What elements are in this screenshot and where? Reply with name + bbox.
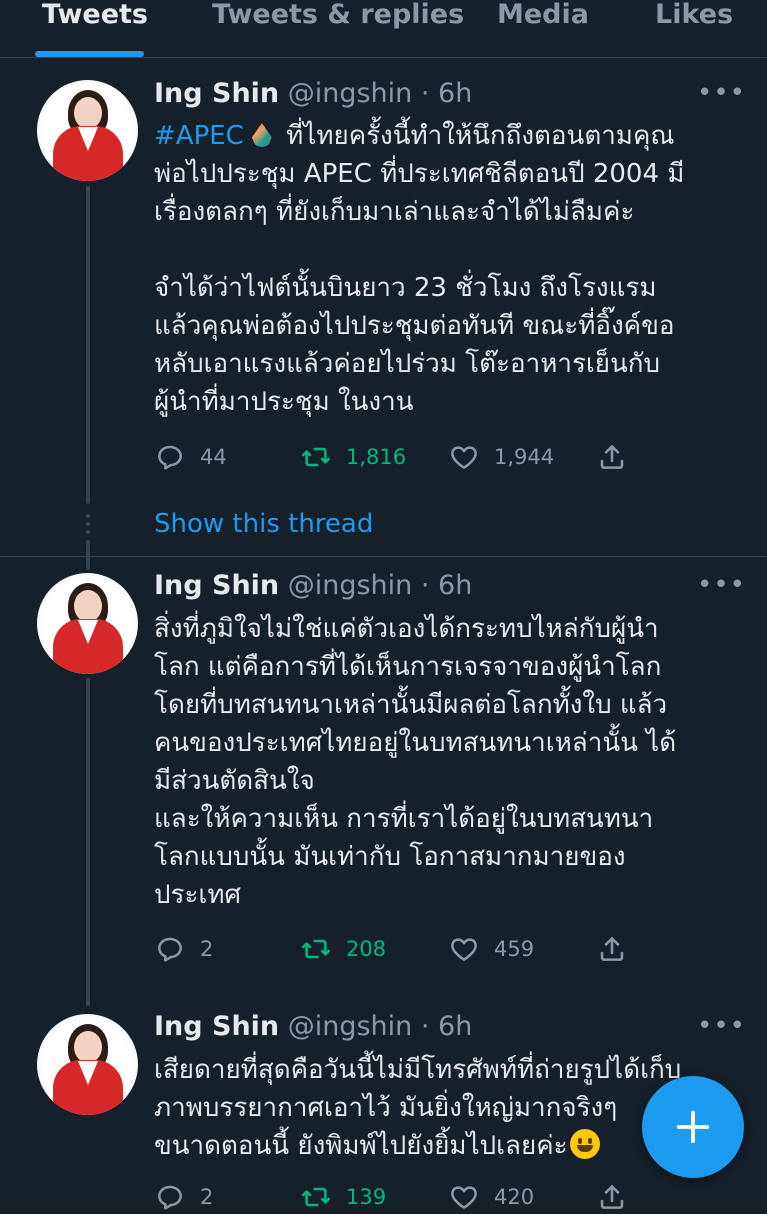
tweet-line: หลับเอาแรงแล้วค่อยไปร่วม โต๊ะอาหารเย็นกั… [154, 349, 661, 379]
retweet-icon [302, 1187, 330, 1207]
like-count: 459 [494, 937, 535, 961]
like-icon [451, 446, 477, 469]
reply-button[interactable]: 2 [154, 1180, 213, 1214]
tweet-line: เสียดายที่สุดคือวันนี้ไม่มีโทรศัพท์ที่ถ่… [154, 1055, 682, 1085]
tweet-text: สิ่งที่ภูมิใจไม่ใช่แค่ตัวเองได้กระทบไหล่… [154, 610, 754, 914]
avatar[interactable] [37, 1014, 138, 1115]
tweet-header: Ing Shin @ingshin · 6h [154, 78, 473, 109]
hashtag-link[interactable]: #APEC [154, 121, 244, 151]
reply-button[interactable]: 44 [154, 440, 227, 474]
share-icon [600, 1185, 624, 1209]
share-button[interactable] [596, 1180, 642, 1214]
tweet-line: จำได้ว่าไฟต์นั้นบินยาว 23 ชั่วโมง ถึงโรง… [154, 273, 657, 303]
retweet-icon [302, 939, 330, 959]
retweet-button[interactable]: 139 [300, 1180, 386, 1214]
tweet-header: Ing Shin @ingshin · 6h [154, 1011, 473, 1042]
like-icon [451, 938, 477, 961]
compose-tweet-button[interactable] [642, 1076, 744, 1178]
reply-count: 2 [200, 1185, 214, 1209]
share-button[interactable] [596, 440, 642, 474]
author-name[interactable]: Ing Shin [154, 1011, 279, 1042]
reply-count: 2 [200, 937, 214, 961]
tweet-actions: 44 1,816 1,944 [154, 440, 654, 474]
tweet-line: โลกแบบนั้น มันเท่ากับ โอกาสมากมายของ [154, 842, 626, 872]
like-icon [451, 1186, 477, 1209]
more-icon[interactable]: ••• [697, 80, 745, 106]
tweet-time[interactable]: 6h [438, 78, 472, 109]
tab-likes[interactable]: Likes [655, 0, 733, 30]
tweet-text: #APEC ที่ไทยครั้งนี้ทำให้นึกถึงตอนตามคุณ… [154, 117, 754, 421]
tweet-time[interactable]: 6h [438, 570, 472, 601]
retweet-count: 139 [346, 1185, 387, 1209]
tab-tweets[interactable]: Tweets [42, 0, 148, 30]
tweet-line: โดยที่บทสนทนาเหล่านั้นมีผลต่อโลกทั้งใบ แ… [154, 690, 668, 720]
tweet-line: มีส่วนตัดสินใจ [154, 766, 315, 796]
reply-icon [158, 1185, 182, 1210]
tab-media[interactable]: Media [497, 0, 589, 30]
tab-tweets-and-replies[interactable]: Tweets & replies [212, 0, 464, 30]
profile-tabs: Tweets Tweets & replies Media Likes [0, 0, 767, 58]
thread-gap-dots [86, 514, 90, 534]
share-icon [600, 937, 624, 961]
tweet-line: สิ่งที่ภูมิใจไม่ใช่แค่ตัวเองได้กระทบไหล่… [154, 614, 659, 644]
tweet-divider [0, 556, 767, 557]
retweet-count: 208 [346, 937, 387, 961]
like-count: 420 [494, 1185, 535, 1209]
tweet-time[interactable]: 6h [438, 1011, 472, 1042]
thread-connector [86, 678, 90, 1006]
apec-emoji-icon [251, 123, 272, 147]
show-thread-link[interactable]: Show this thread [154, 508, 373, 540]
author-handle[interactable]: @ingshin [288, 1011, 413, 1042]
retweet-count: 1,816 [346, 445, 407, 469]
more-icon[interactable]: ••• [697, 1013, 745, 1039]
share-button[interactable] [596, 932, 642, 966]
retweet-button[interactable]: 208 [300, 932, 386, 966]
like-button[interactable]: 420 [448, 1180, 534, 1214]
retweet-button[interactable]: 1,816 [300, 440, 406, 474]
tweet-line: ที่ไทยครั้งนี้ทำให้นึกถึงตอนตามคุณ [286, 121, 675, 151]
reply-count: 44 [200, 445, 227, 469]
thread-connector [86, 540, 90, 570]
tweet-line: พ่อไปประชุม APEC ที่ประเทศชิลีตอนปี 2004… [154, 159, 685, 189]
tweet-line: เรื่องตลกๆ ที่ยังเก็บมาเล่าและจำได้ไม่ลื… [154, 197, 635, 227]
like-button[interactable]: 1,944 [448, 440, 554, 474]
share-icon [600, 445, 624, 469]
tweet-actions: 2 208 459 [154, 932, 654, 966]
active-tab-indicator [35, 51, 144, 57]
tweet-line: และให้ความเห็น การที่เราได้อยู่ในบทสนทนา [154, 804, 654, 834]
reply-button[interactable]: 2 [154, 932, 213, 966]
compose-plus-icon [676, 1110, 710, 1144]
author-handle[interactable]: @ingshin [288, 78, 413, 109]
retweet-icon [302, 447, 330, 467]
author-name[interactable]: Ing Shin [154, 570, 279, 601]
tweet-line: แล้วคุณพ่อต้องไปประชุมต่อทันที ขณะที่อิ๊… [154, 311, 675, 341]
smile-emoji-icon [569, 1129, 600, 1159]
tweet-line: คนของประเทศไทยอยู่ในบทสนทนาเหล่านั้น ได้ [154, 728, 677, 758]
tweet-line: โลก แต่คือการที่ได้เห็นการเจรจาของผู้นำโ… [154, 652, 662, 682]
like-button[interactable]: 459 [448, 932, 534, 966]
reply-icon [158, 445, 182, 470]
more-icon[interactable]: ••• [697, 572, 745, 598]
tweet-line: ผู้นำที่มาประชุม ในงาน [154, 387, 414, 417]
tweet-line: ขนาดตอนนี้ ยังพิมพ์ไปยังยิ้มไปเลยค่ะ [154, 1131, 568, 1161]
tweet-line: ประเทศ [154, 880, 241, 910]
tweet-header: Ing Shin @ingshin · 6h [154, 570, 473, 601]
author-handle[interactable]: @ingshin [288, 570, 413, 601]
like-count: 1,944 [494, 445, 555, 469]
author-name[interactable]: Ing Shin [154, 78, 279, 109]
tweet-actions: 2 139 420 [154, 1180, 654, 1214]
avatar[interactable] [37, 80, 138, 181]
reply-icon [158, 937, 182, 962]
thread-connector [86, 186, 90, 504]
avatar[interactable] [37, 573, 138, 674]
